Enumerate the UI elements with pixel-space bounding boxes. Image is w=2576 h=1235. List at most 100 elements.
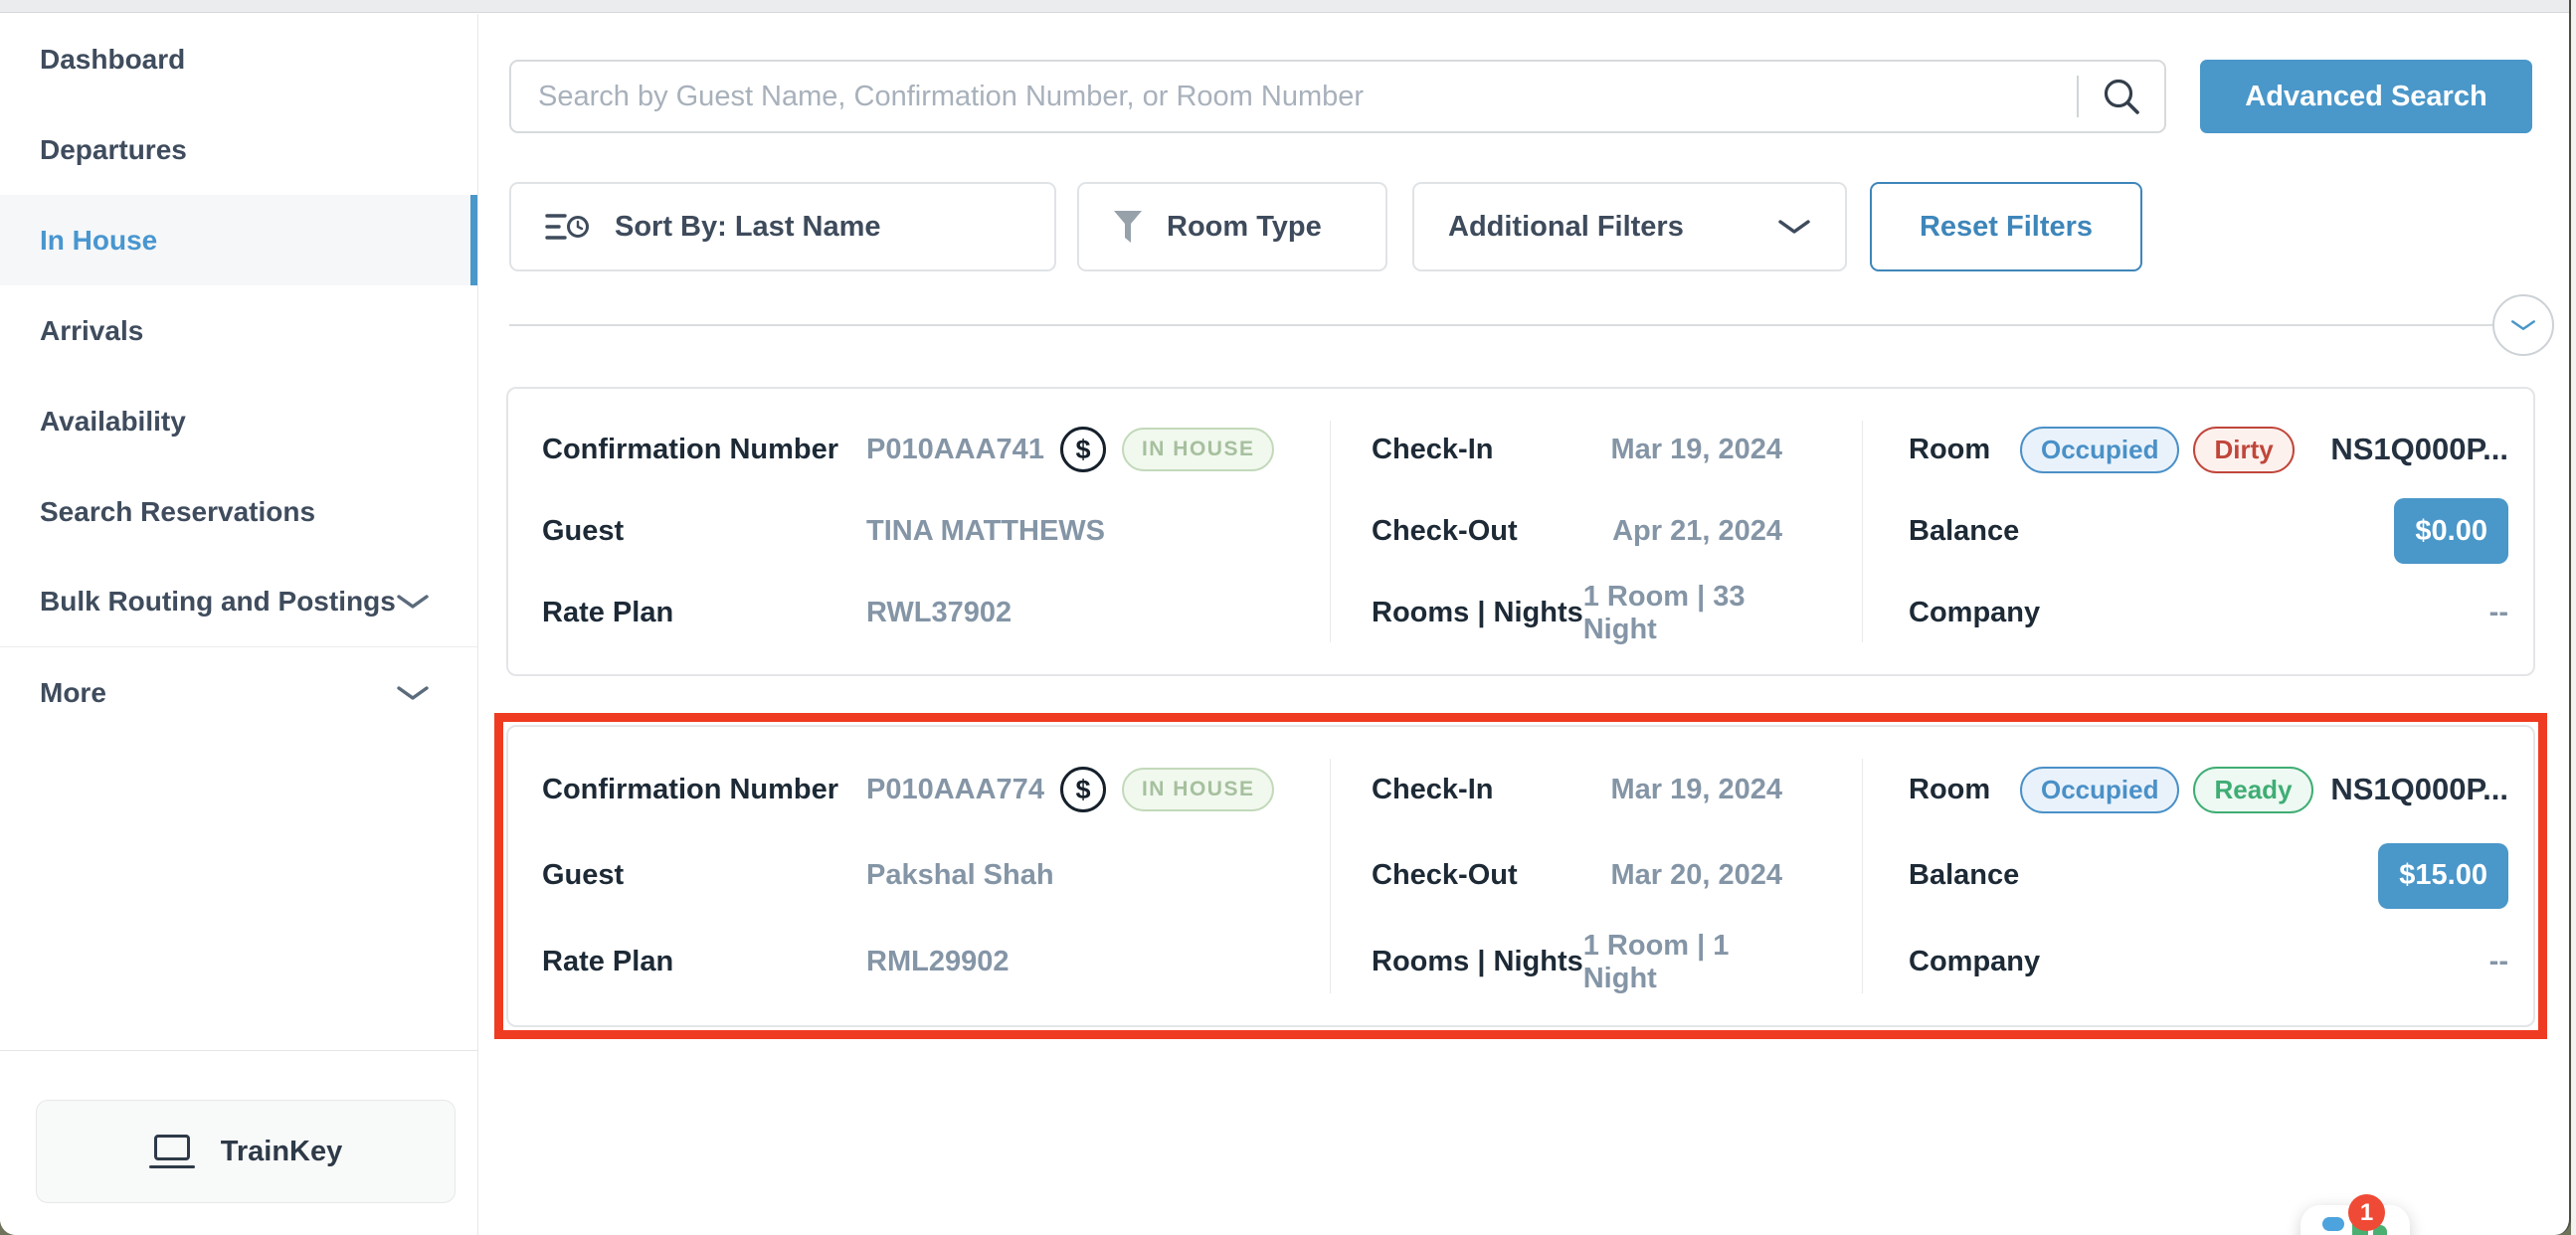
reservation-card-wrapper: Confirmation Number P010AAA741 $ IN HOUS… bbox=[494, 375, 2547, 688]
rate-plan-label: Rate Plan bbox=[542, 597, 866, 629]
check-in-value: Mar 19, 2024 bbox=[1610, 434, 1782, 466]
check-out-row: Check-Out Apr 21, 2024 bbox=[1330, 490, 1862, 572]
room-number: NS1Q000P... bbox=[2330, 772, 2508, 807]
company-value: -- bbox=[2489, 597, 2508, 629]
guest-row: Guest TINA MATTHEWS bbox=[508, 490, 1330, 572]
rooms-nights-row: Rooms | Nights 1 Room | 1 Night bbox=[1330, 919, 1862, 1005]
balance-button[interactable]: $15.00 bbox=[2378, 843, 2508, 909]
search-button[interactable] bbox=[2079, 62, 2164, 131]
app-window: Dashboard Departures In House Arrivals A… bbox=[0, 0, 2571, 1235]
sidebar-item-search-reservations[interactable]: Search Reservations bbox=[0, 466, 477, 557]
balance-row: Balance $15.00 bbox=[1862, 833, 2533, 920]
company-row: Company -- bbox=[1862, 573, 2533, 654]
card-column-divider bbox=[1862, 759, 1863, 993]
balance-label: Balance bbox=[1909, 515, 2020, 548]
balance-row: Balance $0.00 bbox=[1862, 490, 2533, 572]
card-column-divider bbox=[1330, 421, 1331, 642]
check-out-label: Check-Out bbox=[1372, 859, 1518, 892]
reservation-card[interactable]: Confirmation Number P010AAA774 $ IN HOUS… bbox=[506, 725, 2535, 1027]
sidebar-item-bulk-routing[interactable]: Bulk Routing and Postings bbox=[0, 557, 477, 647]
sidebar-item-label: More bbox=[40, 677, 106, 709]
search-icon bbox=[2101, 76, 2142, 117]
trainkey-label: TrainKey bbox=[221, 1136, 343, 1168]
check-out-label: Check-Out bbox=[1372, 515, 1518, 548]
sidebar-item-in-house[interactable]: In House bbox=[0, 195, 477, 285]
housekeeping-badge: Ready bbox=[2193, 767, 2312, 813]
rate-plan-label: Rate Plan bbox=[542, 946, 866, 978]
card-column-divider bbox=[1330, 759, 1331, 993]
chevron-down-icon bbox=[396, 684, 430, 702]
trainkey-button[interactable]: TrainKey bbox=[36, 1100, 456, 1203]
occupancy-badge: Occupied bbox=[2020, 427, 2179, 473]
background-window-sliver bbox=[2571, 0, 2576, 1235]
sidebar-item-dashboard[interactable]: Dashboard bbox=[0, 14, 477, 104]
check-in-row: Check-In Mar 19, 2024 bbox=[1330, 409, 1862, 490]
rooms-nights-label: Rooms | Nights bbox=[1372, 597, 1583, 629]
chevron-down-icon bbox=[2509, 318, 2537, 333]
check-out-value: Apr 21, 2024 bbox=[1612, 515, 1782, 548]
dollar-icon[interactable]: $ bbox=[1060, 427, 1106, 472]
laptop-icon bbox=[149, 1135, 195, 1168]
check-in-label: Check-In bbox=[1372, 434, 1493, 466]
chevron-down-icon bbox=[396, 593, 430, 611]
reset-filters-button[interactable]: Reset Filters bbox=[1870, 182, 2142, 271]
confirmation-number-value: P010AAA741 bbox=[866, 434, 1044, 466]
check-out-value: Mar 20, 2024 bbox=[1610, 859, 1782, 892]
guest-label: Guest bbox=[542, 515, 866, 548]
confirmation-number-label: Confirmation Number bbox=[542, 434, 866, 466]
balance-button[interactable]: $0.00 bbox=[2394, 498, 2508, 564]
sidebar-item-label: In House bbox=[40, 225, 157, 257]
balance-label: Balance bbox=[1909, 859, 2020, 892]
additional-filters-dropdown[interactable]: Additional Filters bbox=[1412, 182, 1847, 271]
occupancy-badge: Occupied bbox=[2020, 767, 2179, 813]
window-top-strip bbox=[0, 0, 2569, 13]
reservation-card[interactable]: Confirmation Number P010AAA741 $ IN HOUS… bbox=[506, 387, 2535, 676]
rooms-nights-value: 1 Room | 1 Night bbox=[1583, 930, 1782, 995]
confirmation-number-value: P010AAA774 bbox=[866, 774, 1044, 806]
room-row: Room Occupied Dirty NS1Q000P... bbox=[1862, 409, 2533, 490]
confirmation-row: Confirmation Number P010AAA774 $ IN HOUS… bbox=[508, 747, 1330, 833]
sidebar-item-arrivals[interactable]: Arrivals bbox=[0, 285, 477, 376]
check-in-label: Check-In bbox=[1372, 774, 1493, 806]
list-divider bbox=[509, 324, 2492, 326]
guest-name: Pakshal Shah bbox=[866, 859, 1054, 892]
rate-plan-row: Rate Plan RWL37902 bbox=[508, 573, 1330, 654]
sort-by-dropdown[interactable]: Sort By: Last Name bbox=[509, 182, 1056, 271]
sidebar-item-label: Availability bbox=[40, 406, 186, 438]
search-input[interactable] bbox=[511, 62, 2077, 131]
company-label: Company bbox=[1909, 597, 2020, 629]
in-house-status-badge: IN HOUSE bbox=[1122, 428, 1275, 471]
notification-badge: 1 bbox=[2348, 1194, 2385, 1231]
collapse-toggle-button[interactable] bbox=[2492, 294, 2554, 356]
rate-plan-row: Rate Plan RML29902 bbox=[508, 919, 1330, 1005]
room-type-filter[interactable]: Room Type bbox=[1077, 182, 1387, 271]
advanced-search-button[interactable]: Advanced Search bbox=[2200, 60, 2532, 133]
card-column-divider bbox=[1862, 421, 1863, 642]
rate-plan-value: RML29902 bbox=[866, 946, 1009, 978]
chevron-down-icon bbox=[1777, 218, 1811, 236]
sidebar-item-label: Departures bbox=[40, 134, 187, 166]
company-value: -- bbox=[2489, 946, 2508, 978]
sidebar-item-departures[interactable]: Departures bbox=[0, 104, 477, 195]
guest-name: TINA MATTHEWS bbox=[866, 515, 1105, 548]
company-row: Company -- bbox=[1862, 919, 2533, 1005]
additional-filters-label: Additional Filters bbox=[1448, 211, 1684, 244]
room-number: NS1Q000P... bbox=[2330, 432, 2508, 467]
sidebar: Dashboard Departures In House Arrivals A… bbox=[0, 14, 478, 1235]
in-house-status-badge: IN HOUSE bbox=[1122, 768, 1275, 811]
check-out-row: Check-Out Mar 20, 2024 bbox=[1330, 833, 1862, 920]
confirmation-number-label: Confirmation Number bbox=[542, 774, 866, 806]
check-in-value: Mar 19, 2024 bbox=[1610, 774, 1782, 806]
room-label: Room bbox=[1909, 434, 2020, 466]
sidebar-item-label: Dashboard bbox=[40, 44, 185, 76]
rooms-nights-value: 1 Room | 33 Night bbox=[1583, 581, 1782, 646]
company-label: Company bbox=[1909, 946, 2020, 978]
rooms-nights-row: Rooms | Nights 1 Room | 33 Night bbox=[1330, 573, 1862, 654]
sidebar-item-more[interactable]: More bbox=[0, 647, 477, 738]
rooms-nights-label: Rooms | Nights bbox=[1372, 946, 1583, 978]
reservation-card-wrapper-highlighted: Confirmation Number P010AAA774 $ IN HOUS… bbox=[494, 713, 2547, 1039]
sidebar-item-label: Bulk Routing and Postings bbox=[40, 586, 396, 618]
sidebar-item-label: Arrivals bbox=[40, 315, 143, 347]
dollar-icon[interactable]: $ bbox=[1060, 767, 1106, 812]
sidebar-item-availability[interactable]: Availability bbox=[0, 376, 477, 466]
